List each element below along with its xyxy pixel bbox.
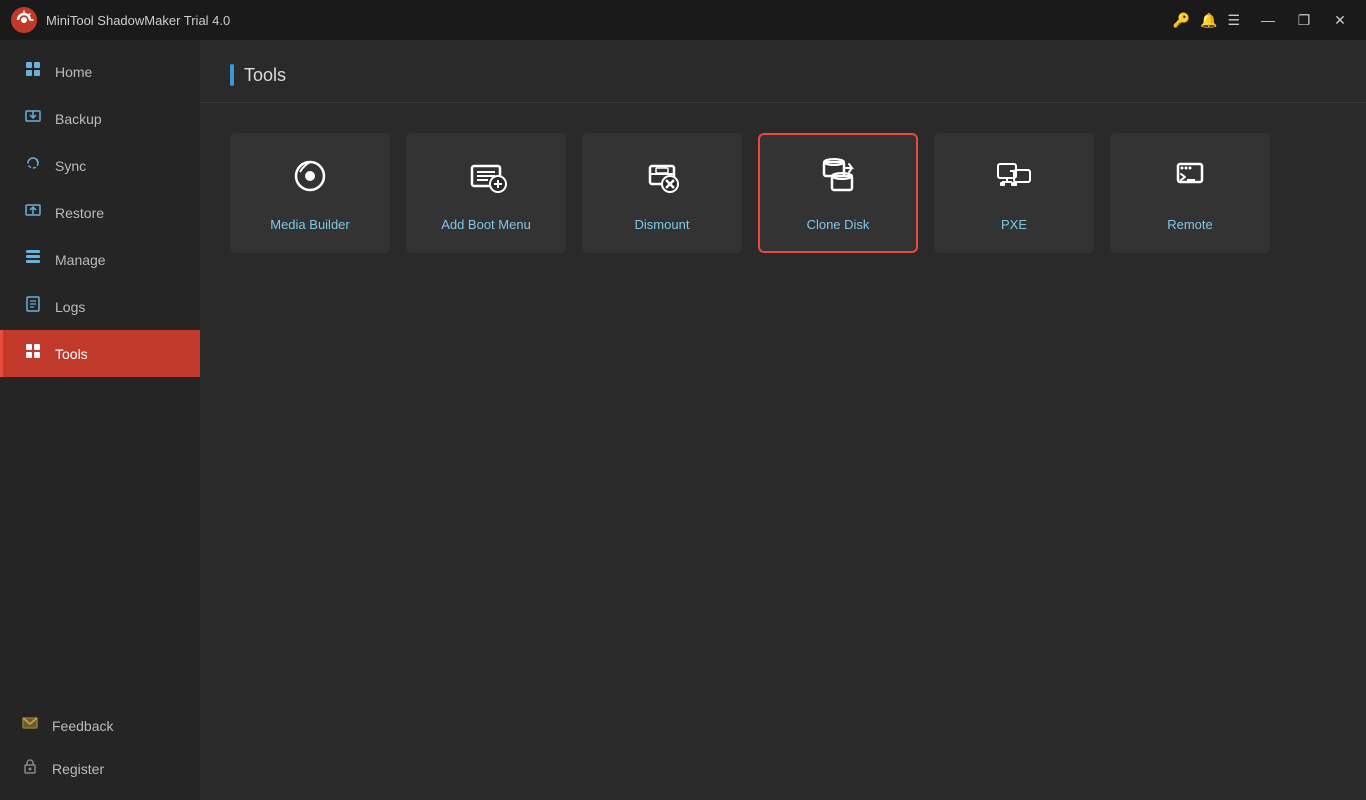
clone-disk-icon [816, 154, 860, 205]
tool-remote[interactable]: Remote [1110, 133, 1270, 253]
sidebar-nav: Home Backup [0, 40, 200, 694]
tool-clone-disk[interactable]: Clone Disk [758, 133, 918, 253]
sidebar-item-feedback[interactable]: Feedback [0, 704, 200, 747]
sync-icon [23, 154, 43, 177]
app-body: Home Backup [0, 40, 1366, 800]
close-button[interactable]: ✕ [1324, 6, 1356, 34]
sidebar-item-tools[interactable]: Tools [0, 330, 200, 377]
dismount-label: Dismount [635, 217, 690, 232]
sidebar-item-restore[interactable]: Restore [0, 189, 200, 236]
tools-grid: Media Builder Add Boot Menu [200, 103, 1366, 283]
sidebar-label-register: Register [52, 761, 104, 777]
key-icon[interactable]: 🔑 [1173, 12, 1190, 29]
sidebar-item-manage[interactable]: Manage [0, 236, 200, 283]
sidebar-item-home[interactable]: Home [0, 48, 200, 95]
app-logo [10, 6, 38, 34]
menu-icon[interactable]: ☰ [1227, 12, 1240, 29]
page-header: Tools [200, 40, 1366, 103]
main-content: Tools Media Builder [200, 40, 1366, 800]
minimize-button[interactable]: — [1252, 6, 1284, 34]
sidebar-bottom: Feedback Register [0, 694, 200, 800]
sidebar-label-sync: Sync [55, 158, 86, 174]
tool-media-builder[interactable]: Media Builder [230, 133, 390, 253]
media-builder-icon [288, 154, 332, 205]
sidebar-label-manage: Manage [55, 252, 106, 268]
pxe-icon [992, 154, 1036, 205]
sidebar-item-logs[interactable]: Logs [0, 283, 200, 330]
media-builder-label: Media Builder [270, 217, 350, 232]
restore-icon [23, 201, 43, 224]
remote-label: Remote [1167, 217, 1213, 232]
titlebar: MiniTool ShadowMaker Trial 4.0 🔑 🔔 ☰ — ❐… [0, 0, 1366, 40]
tool-add-boot-menu[interactable]: Add Boot Menu [406, 133, 566, 253]
window-controls: — ❐ ✕ [1252, 6, 1356, 34]
pxe-label: PXE [1001, 217, 1027, 232]
register-icon [20, 757, 40, 780]
feedback-icon [20, 714, 40, 737]
sidebar-label-tools: Tools [55, 346, 88, 362]
sidebar-label-home: Home [55, 64, 92, 80]
add-boot-menu-label: Add Boot Menu [441, 217, 531, 232]
sidebar: Home Backup [0, 40, 200, 800]
notification-icon[interactable]: 🔔 [1200, 12, 1217, 29]
titlebar-icon-group: 🔑 🔔 ☰ [1173, 12, 1240, 29]
page-title: Tools [244, 65, 286, 86]
sidebar-label-feedback: Feedback [52, 718, 113, 734]
sidebar-label-logs: Logs [55, 299, 85, 315]
sidebar-item-sync[interactable]: Sync [0, 142, 200, 189]
home-icon [23, 60, 43, 83]
add-boot-menu-icon [464, 154, 508, 205]
app-title: MiniTool ShadowMaker Trial 4.0 [46, 13, 1173, 28]
sidebar-label-backup: Backup [55, 111, 102, 127]
sidebar-item-backup[interactable]: Backup [0, 95, 200, 142]
sidebar-item-register[interactable]: Register [0, 747, 200, 790]
restore-button[interactable]: ❐ [1288, 6, 1320, 34]
tool-dismount[interactable]: Dismount [582, 133, 742, 253]
manage-icon [23, 248, 43, 271]
backup-icon [23, 107, 43, 130]
remote-icon [1168, 154, 1212, 205]
sidebar-label-restore: Restore [55, 205, 104, 221]
clone-disk-label: Clone Disk [807, 217, 870, 232]
tools-icon [23, 342, 43, 365]
logs-icon [23, 295, 43, 318]
tool-pxe[interactable]: PXE [934, 133, 1094, 253]
title-accent [230, 64, 234, 86]
dismount-icon [640, 154, 684, 205]
